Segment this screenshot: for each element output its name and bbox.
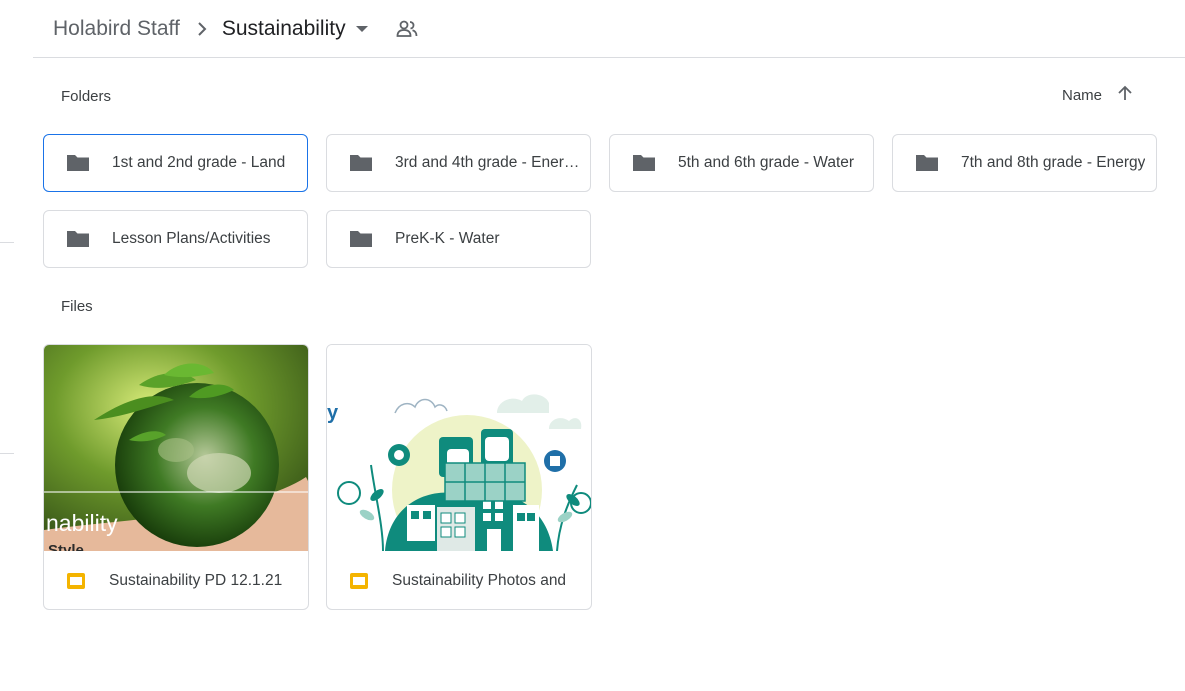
sort-label: Name xyxy=(1061,87,1102,104)
folder-item[interactable]: 7th and 8th grade - Energy xyxy=(892,134,1157,192)
folder-name: 1st and 2nd grade - Land xyxy=(112,154,286,171)
folder-icon xyxy=(65,153,91,173)
left-panel-divider xyxy=(0,453,14,454)
dropdown-arrow-icon[interactable] xyxy=(355,25,369,33)
thumb-title-text: nability xyxy=(46,510,118,536)
files-section-label: Files xyxy=(61,298,93,315)
folder-icon xyxy=(348,153,374,173)
folder-icon xyxy=(914,153,940,173)
arrow-up-icon xyxy=(1117,85,1133,106)
file-name: Sustainability PD 12.1.21 xyxy=(109,572,283,589)
chevron-right-icon xyxy=(196,21,208,37)
folder-name: 5th and 6th grade - Water xyxy=(678,154,855,171)
folder-name: 3rd and 4th grade - Energy xyxy=(395,154,580,171)
slides-icon xyxy=(349,572,369,590)
breadcrumb-current: Sustainability xyxy=(221,17,346,40)
sort-by-name-button[interactable]: Name xyxy=(1062,85,1133,106)
breadcrumb-parent[interactable]: Holabird Staff xyxy=(33,18,180,39)
folder-item[interactable]: 3rd and 4th grade - Energy xyxy=(326,134,591,192)
folder-name: 7th and 8th grade - Energy xyxy=(961,154,1146,171)
folder-icon xyxy=(631,153,657,173)
file-footer: Sustainability PD 12.1.21 xyxy=(44,551,308,609)
file-item[interactable]: nability Style Sustainability PD 12.1.21 xyxy=(43,344,309,610)
left-panel-divider xyxy=(0,242,14,243)
file-footer: Sustainability Photos and xyxy=(327,551,591,609)
thumb-title-text: y xyxy=(327,402,339,424)
folder-item[interactable]: 5th and 6th grade - Water xyxy=(609,134,874,192)
folder-name: Lesson Plans/Activities xyxy=(112,230,271,247)
file-item[interactable]: y Sustainability Photos and xyxy=(326,344,592,610)
folder-item[interactable]: Lesson Plans/Activities xyxy=(43,210,308,268)
file-thumbnail: y xyxy=(327,345,591,551)
folder-name: PreK-K - Water xyxy=(395,230,500,247)
file-thumbnail: nability Style xyxy=(44,345,308,551)
file-name: Sustainability Photos and xyxy=(392,572,567,589)
shared-people-icon[interactable] xyxy=(396,20,418,38)
breadcrumb: Holabird Staff Sustainability xyxy=(33,0,1185,58)
slides-icon xyxy=(66,572,86,590)
folder-item[interactable]: PreK-K - Water xyxy=(326,210,591,268)
folders-section-label: Folders xyxy=(61,88,112,105)
folder-icon xyxy=(348,229,374,249)
folder-item[interactable]: 1st and 2nd grade - Land xyxy=(43,134,308,192)
thumb-subtitle-text: Style xyxy=(48,542,84,551)
folder-icon xyxy=(65,229,91,249)
